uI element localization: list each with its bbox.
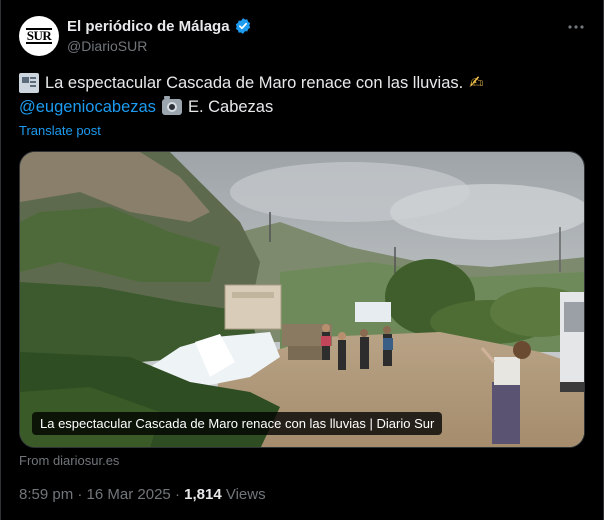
avatar-logo-text: SUR xyxy=(25,28,53,44)
post-date[interactable]: 16 Mar 2025 xyxy=(87,486,171,503)
translate-post-link[interactable]: Translate post xyxy=(19,123,101,138)
author-names: El periódico de Málaga @DiarioSUR xyxy=(67,17,252,54)
post-text-line-2: @eugeniocabezas E. Cabezas xyxy=(19,95,579,119)
verified-badge-icon[interactable] xyxy=(234,17,252,35)
link-card-caption: La espectacular Cascada de Maro renace c… xyxy=(32,412,443,435)
post-header: SUR El periódico de Málaga @DiarioSUR xyxy=(19,16,587,58)
newspaper-icon xyxy=(19,73,39,93)
post-headline: La espectacular Cascada de Maro renace c… xyxy=(45,74,464,92)
account-handle[interactable]: @DiarioSUR xyxy=(67,38,252,54)
post-time[interactable]: 8:59 pm xyxy=(19,486,73,503)
photo-credit: E. Cabezas xyxy=(187,98,274,116)
camera-icon xyxy=(161,96,182,115)
display-name-row: El periódico de Málaga xyxy=(67,17,252,35)
mention-link[interactable]: @eugeniocabezas xyxy=(19,95,156,119)
post-frame: SUR El periódico de Málaga @DiarioSUR La… xyxy=(0,0,604,520)
post-meta: 8:59 pm · 16 Mar 2025 · 1,814 Views xyxy=(19,486,266,503)
writing-hand-icon: ✍ xyxy=(469,73,484,92)
post-text: La espectacular Cascada de Maro renace c… xyxy=(19,71,579,119)
more-options-icon[interactable] xyxy=(567,18,585,36)
meta-separator-1: · xyxy=(77,486,83,503)
link-card[interactable]: La espectacular Cascada de Maro renace c… xyxy=(19,151,585,448)
link-source[interactable]: From diariosur.es xyxy=(19,453,119,468)
meta-separator-2: · xyxy=(174,486,180,503)
post-text-line-1: La espectacular Cascada de Maro renace c… xyxy=(19,71,579,95)
display-name[interactable]: El periódico de Málaga xyxy=(67,18,230,35)
views-label: Views xyxy=(225,486,266,503)
views-count[interactable]: 1,814 xyxy=(184,486,222,503)
waterfall-photo xyxy=(20,152,584,447)
avatar[interactable]: SUR xyxy=(19,16,59,56)
